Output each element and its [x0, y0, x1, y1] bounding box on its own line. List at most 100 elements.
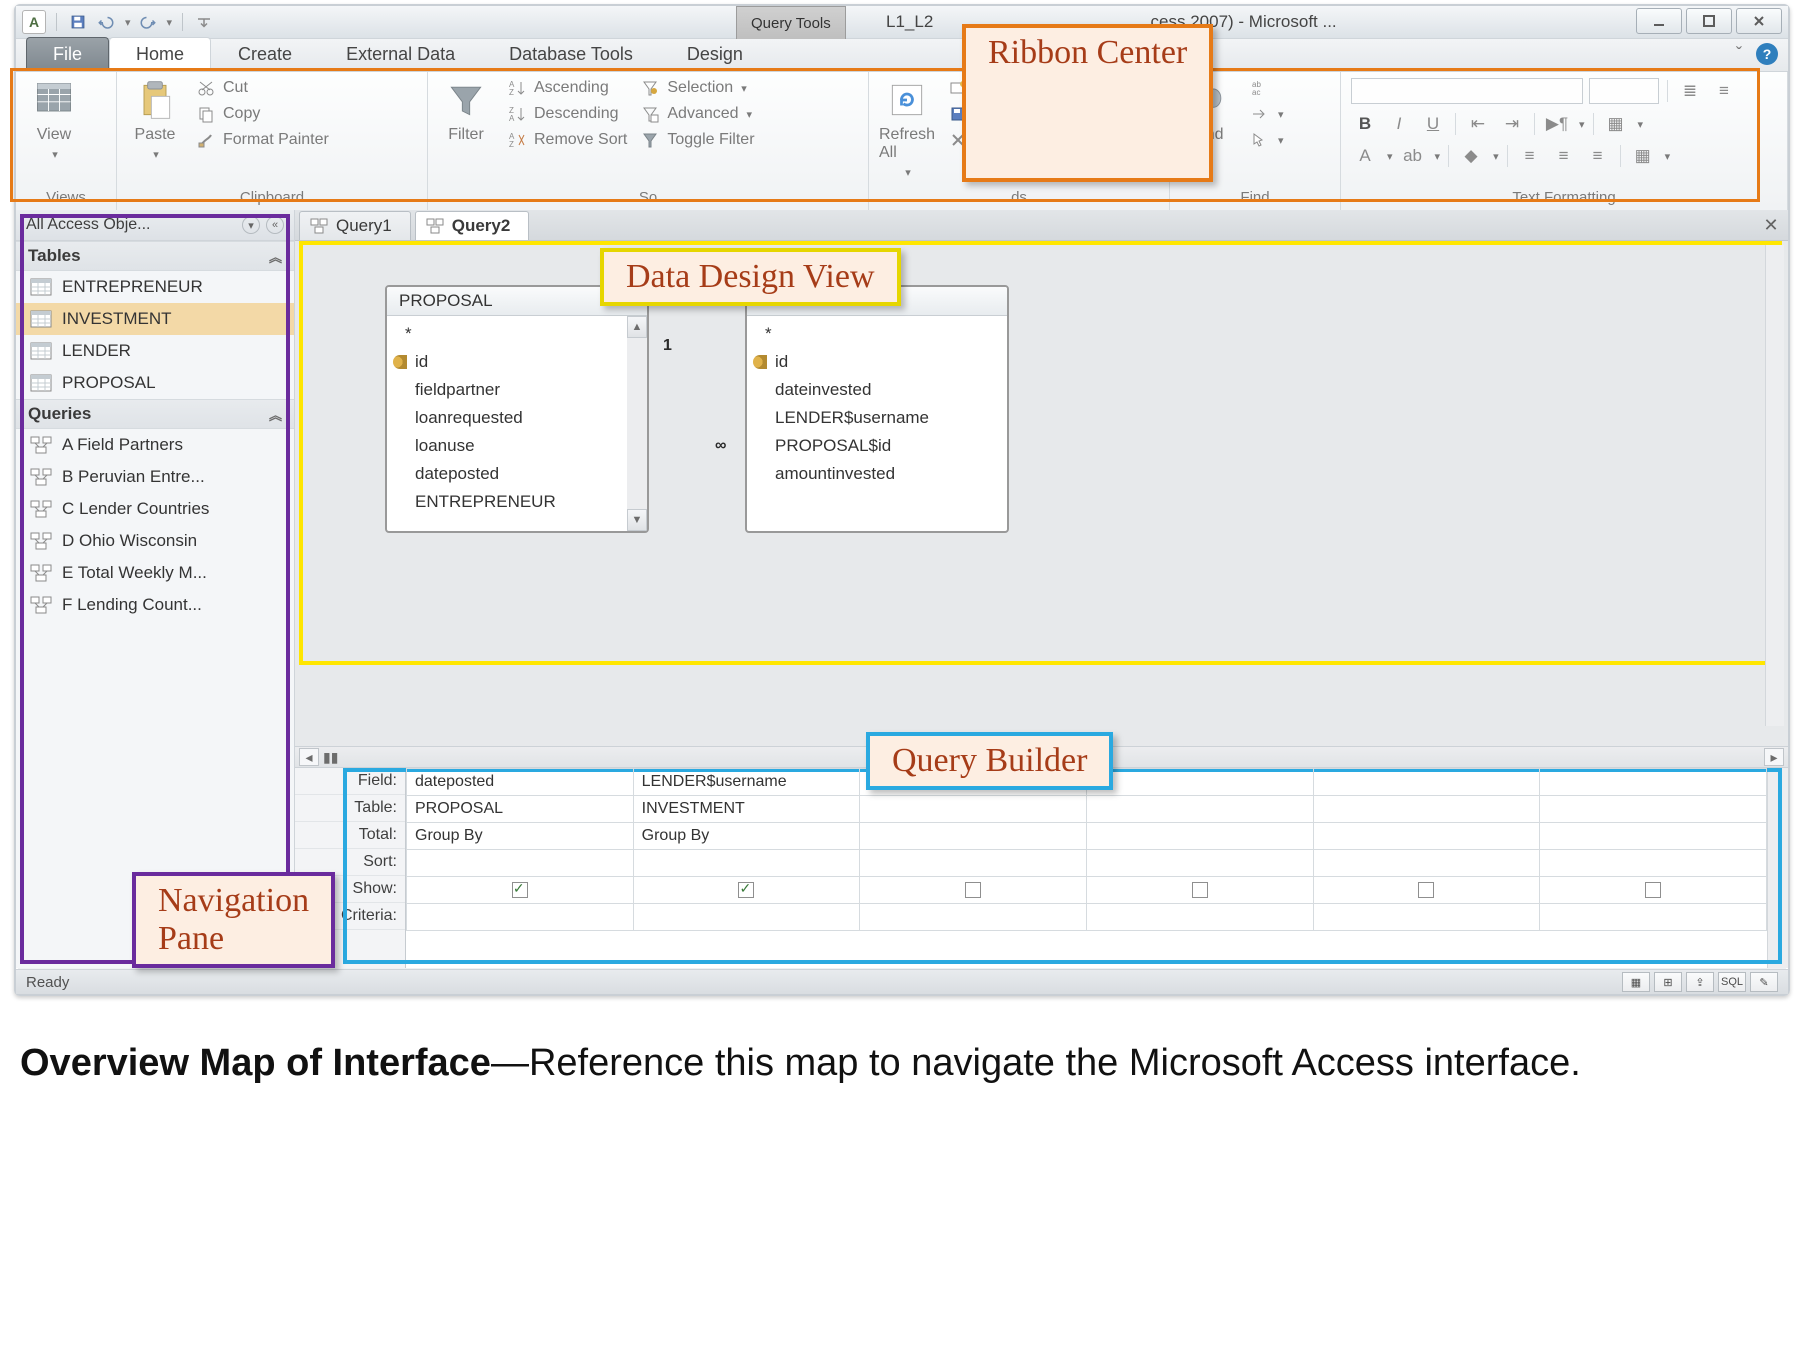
align-center-icon[interactable]: ≡: [1550, 144, 1578, 168]
underline-button[interactable]: U: [1419, 112, 1447, 136]
table-proposal[interactable]: PROPOSAL *idfieldpartnerloanrequestedloa…: [385, 285, 649, 533]
query-cell[interactable]: [1086, 904, 1313, 931]
query-cell[interactable]: [1313, 877, 1540, 904]
chevron-up-icon[interactable]: ︽: [269, 405, 282, 424]
show-checkbox[interactable]: [1645, 882, 1661, 898]
view-button[interactable]: View ▾: [26, 78, 82, 161]
query-cell[interactable]: [633, 904, 860, 931]
query-cell[interactable]: [1313, 850, 1540, 877]
query-grid-table[interactable]: datepostedLENDER$usernamePROPOSALINVESTM…: [406, 768, 1767, 931]
show-checkbox[interactable]: [1418, 882, 1434, 898]
selection-dropdown-icon[interactable]: ▾: [741, 82, 747, 95]
refresh-all-button[interactable]: Refresh All ▾: [879, 78, 935, 179]
scroll-down-icon[interactable]: ▼: [627, 509, 647, 531]
selection-button[interactable]: Selection▾: [639, 78, 754, 98]
tab-file[interactable]: File: [26, 37, 109, 71]
navpane-group-tables[interactable]: Tables ︽: [16, 241, 294, 271]
goto-dropdown-icon[interactable]: ▾: [1278, 108, 1284, 121]
navpane-table-item[interactable]: LENDER: [16, 335, 294, 367]
query-cell[interactable]: [1086, 823, 1313, 850]
query-cell[interactable]: PROPOSAL: [407, 796, 634, 823]
query-cell[interactable]: [860, 796, 1087, 823]
tab-external-data[interactable]: External Data: [319, 37, 482, 71]
query-cell[interactable]: [1313, 904, 1540, 931]
grid-format-dropdown-icon[interactable]: ▾: [1638, 118, 1644, 131]
doc-tab-query2[interactable]: Query2: [415, 211, 530, 240]
query-cell[interactable]: [407, 850, 634, 877]
navpane-query-item[interactable]: D Ohio Wisconsin: [16, 525, 294, 557]
field-item[interactable]: PROPOSAL$id: [775, 432, 995, 460]
numbering-icon[interactable]: ≡: [1710, 79, 1738, 103]
query-cell[interactable]: [1313, 769, 1540, 796]
pivot-view-icon[interactable]: ⊞: [1654, 972, 1682, 992]
show-checkbox[interactable]: [512, 882, 528, 898]
redo-icon[interactable]: [137, 11, 159, 33]
select-button[interactable]: ▾: [1248, 130, 1284, 150]
navpane-header[interactable]: All Access Obje... ▾«: [16, 210, 294, 241]
field-item[interactable]: dateinvested: [775, 376, 995, 404]
doc-tab-query1[interactable]: Query1: [299, 211, 411, 240]
gridlines-dropdown-icon[interactable]: ▾: [1665, 150, 1671, 163]
maximize-button[interactable]: [1686, 8, 1732, 34]
show-checkbox[interactable]: [965, 882, 981, 898]
tab-design[interactable]: Design: [660, 37, 770, 71]
font-color-icon[interactable]: A: [1351, 144, 1379, 168]
navpane-query-item[interactable]: A Field Partners: [16, 429, 294, 461]
cut-button[interactable]: Cut: [195, 78, 329, 98]
filter-button[interactable]: Filter: [438, 78, 494, 144]
query-vscrollbar[interactable]: [1767, 768, 1788, 968]
show-checkbox[interactable]: [738, 882, 754, 898]
navpane-table-item[interactable]: INVESTMENT: [16, 303, 294, 335]
undo-icon[interactable]: [95, 11, 117, 33]
field-item[interactable]: loanuse: [415, 432, 635, 460]
query-cell[interactable]: [1540, 877, 1767, 904]
navpane-collapse-icon[interactable]: «: [266, 216, 284, 234]
ltr-dropdown-icon[interactable]: ▾: [1579, 118, 1585, 131]
select-dropdown-icon[interactable]: ▾: [1278, 134, 1284, 147]
navpane-table-item[interactable]: ENTREPRENEUR: [16, 271, 294, 303]
align-left-icon[interactable]: ≡: [1516, 144, 1544, 168]
query-cell[interactable]: [860, 877, 1087, 904]
paste-button[interactable]: Paste ▾: [127, 78, 183, 161]
query-cell[interactable]: [860, 823, 1087, 850]
field-item[interactable]: *: [765, 320, 995, 348]
query-cell[interactable]: [1540, 850, 1767, 877]
scroll-left-icon[interactable]: ◂: [299, 748, 319, 766]
query-cell[interactable]: [1313, 823, 1540, 850]
highlight-icon[interactable]: ab: [1399, 144, 1427, 168]
ribbon-collapse-icon[interactable]: ˇ: [1730, 45, 1748, 63]
navpane-query-item[interactable]: B Peruvian Entre...: [16, 461, 294, 493]
query-cell[interactable]: LENDER$username: [633, 769, 860, 796]
query-cell[interactable]: [1540, 904, 1767, 931]
fill-color-icon[interactable]: ◆: [1457, 144, 1485, 168]
query-cell[interactable]: [1086, 850, 1313, 877]
toggle-filter-button[interactable]: Toggle Filter: [639, 130, 754, 150]
replace-button[interactable]: abac: [1248, 78, 1284, 98]
query-cell[interactable]: Group By: [633, 823, 860, 850]
tab-database-tools[interactable]: Database Tools: [482, 37, 660, 71]
ascending-button[interactable]: AZAscending: [506, 78, 627, 98]
query-builder[interactable]: Field:Table:Total:Sort:Show:Criteria: da…: [295, 768, 1788, 968]
undo-dropdown-icon[interactable]: ▾: [125, 16, 131, 29]
query-cell[interactable]: [407, 904, 634, 931]
query-cell[interactable]: [860, 904, 1087, 931]
table-investment[interactable]: INVESTMENT *iddateinvestedLENDER$usernam…: [745, 285, 1009, 533]
indent-decrease-icon[interactable]: ⇤: [1464, 112, 1492, 136]
indent-increase-icon[interactable]: ⇥: [1498, 112, 1526, 136]
design-vscrollbar[interactable]: [1765, 245, 1784, 726]
field-item[interactable]: id: [415, 348, 635, 376]
field-item[interactable]: id: [775, 348, 995, 376]
view-dropdown-icon[interactable]: ▾: [52, 148, 58, 161]
query-cell[interactable]: [633, 850, 860, 877]
field-item[interactable]: LENDER$username: [775, 404, 995, 432]
design-view-icon[interactable]: ✎: [1750, 972, 1778, 992]
redo-dropdown-icon[interactable]: ▾: [167, 16, 173, 29]
bullets-icon[interactable]: ≣: [1676, 79, 1704, 103]
scroll-right-icon[interactable]: ▸: [1764, 748, 1784, 766]
highlight-dropdown-icon[interactable]: ▾: [1435, 150, 1441, 163]
font-size-dropdown[interactable]: [1589, 78, 1659, 104]
bold-button[interactable]: B: [1351, 112, 1379, 136]
field-item[interactable]: ENTREPRENEUR: [415, 488, 635, 516]
navpane-table-item[interactable]: PROPOSAL: [16, 367, 294, 399]
navpane-query-item[interactable]: C Lender Countries: [16, 493, 294, 525]
